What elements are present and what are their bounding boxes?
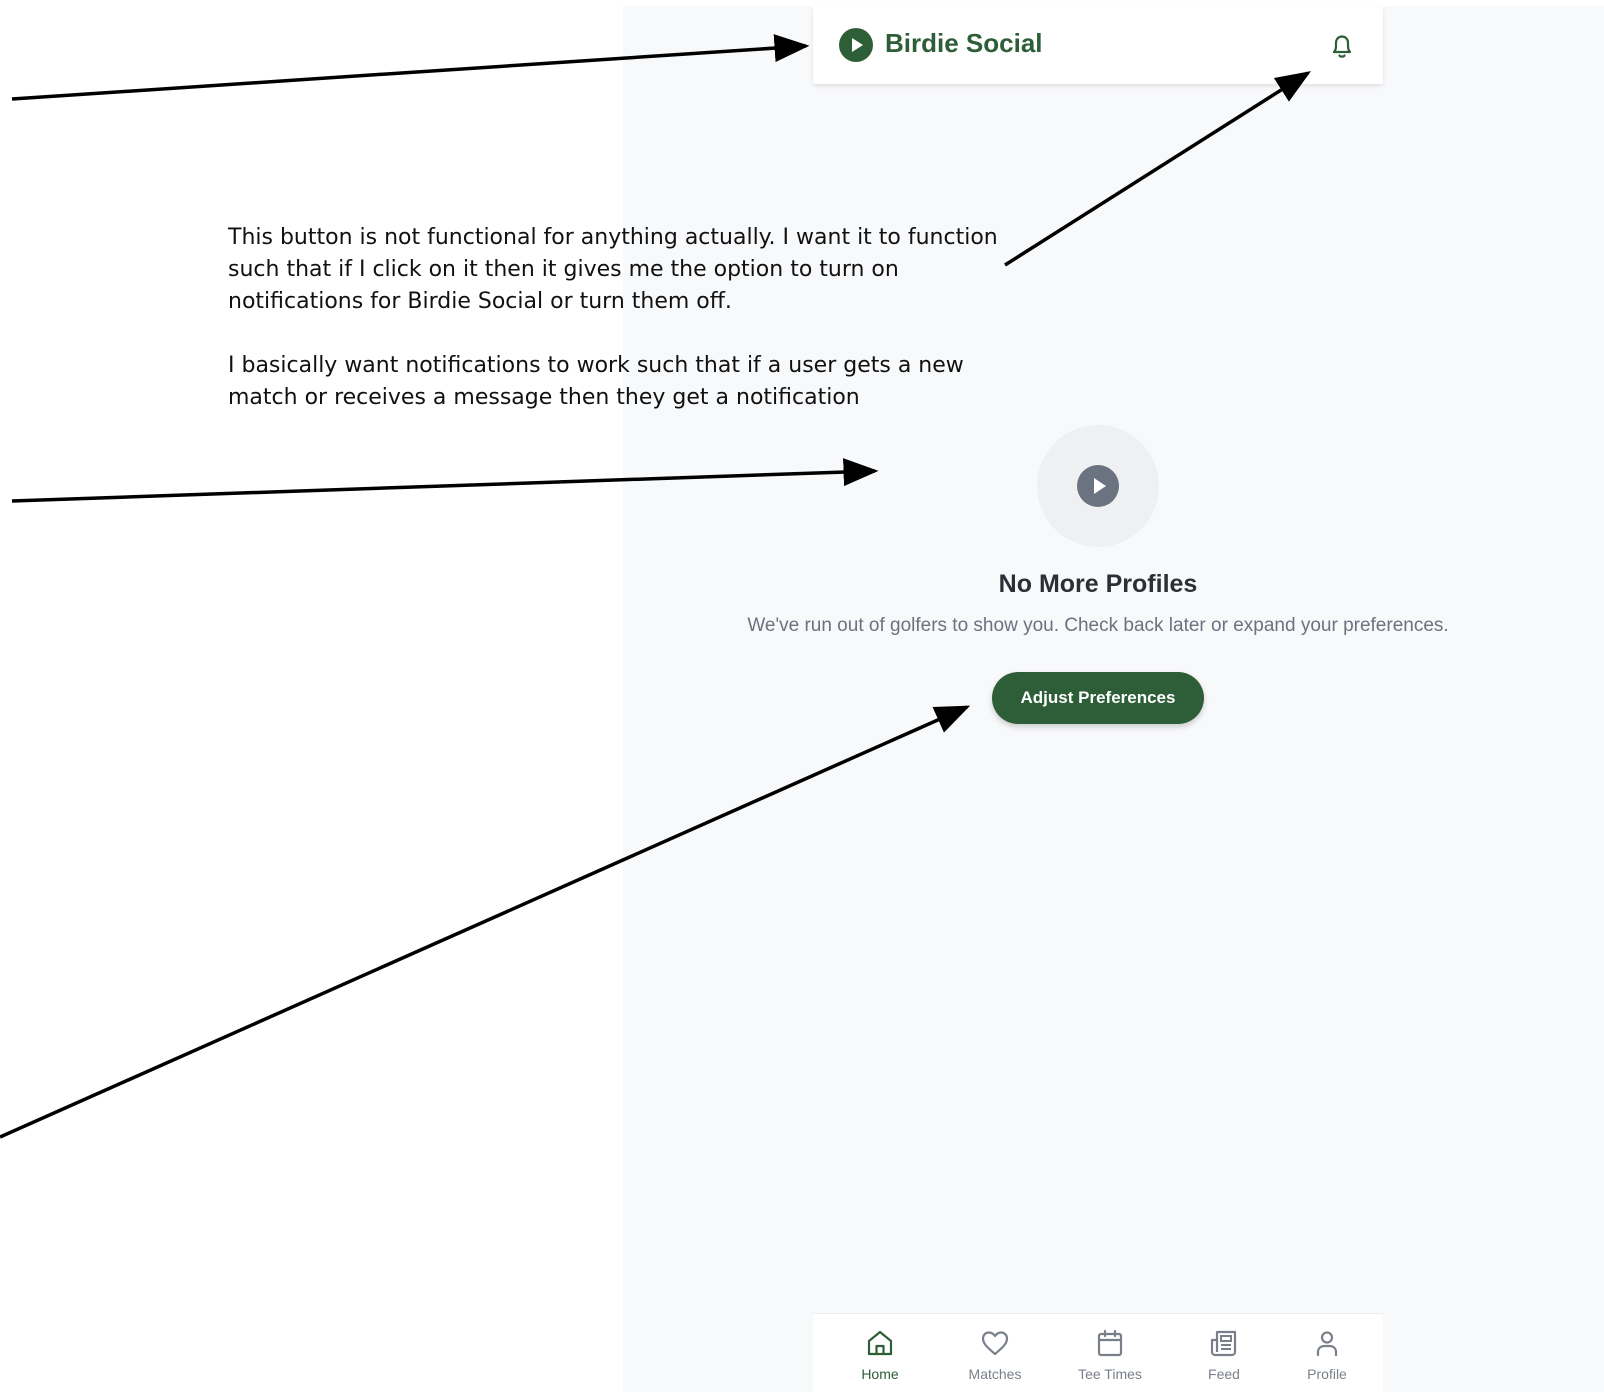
play-icon bbox=[1077, 465, 1119, 507]
heart-icon bbox=[981, 1331, 1009, 1356]
nav-item-home[interactable]: Home bbox=[825, 1314, 935, 1393]
app-header: Birdie Social bbox=[813, 6, 1383, 84]
nav-item-profile[interactable]: Profile bbox=[1272, 1314, 1382, 1393]
newspaper-icon bbox=[1210, 1330, 1237, 1357]
nav-label-tee-times: Tee Times bbox=[1078, 1366, 1142, 1382]
nav-label-matches: Matches bbox=[968, 1366, 1022, 1382]
nav-item-feed[interactable]: Feed bbox=[1169, 1314, 1279, 1393]
bottom-nav: Home Matches Tee Times Feed Profile bbox=[813, 1313, 1383, 1393]
nav-label-feed: Feed bbox=[1208, 1366, 1240, 1382]
empty-state-title: No More Profiles bbox=[998, 570, 1198, 598]
user-icon bbox=[1316, 1331, 1338, 1357]
bell-icon bbox=[1332, 35, 1352, 58]
nav-item-tee-times[interactable]: Tee Times bbox=[1055, 1314, 1165, 1393]
empty-state-message: We've run out of golfers to show you. Ch… bbox=[747, 615, 1449, 636]
empty-state-icon-circle bbox=[1037, 425, 1159, 547]
annotation-note: This button is not functional for anythi… bbox=[228, 222, 1008, 414]
brand-name: Birdie Social bbox=[885, 28, 1043, 58]
nav-label-home: Home bbox=[861, 1366, 899, 1382]
calendar-icon bbox=[1097, 1329, 1123, 1357]
annotation-paragraph-1: This button is not functional for anythi… bbox=[228, 225, 998, 314]
adjust-preferences-button[interactable]: Adjust Preferences bbox=[992, 672, 1204, 724]
home-icon bbox=[867, 1330, 893, 1356]
annotation-paragraph-2: I basically want notifications to work s… bbox=[228, 353, 964, 410]
notification-bell-button[interactable] bbox=[1322, 26, 1362, 66]
play-logo-icon bbox=[839, 28, 873, 62]
nav-label-profile: Profile bbox=[1307, 1366, 1347, 1382]
nav-item-matches[interactable]: Matches bbox=[940, 1314, 1050, 1393]
